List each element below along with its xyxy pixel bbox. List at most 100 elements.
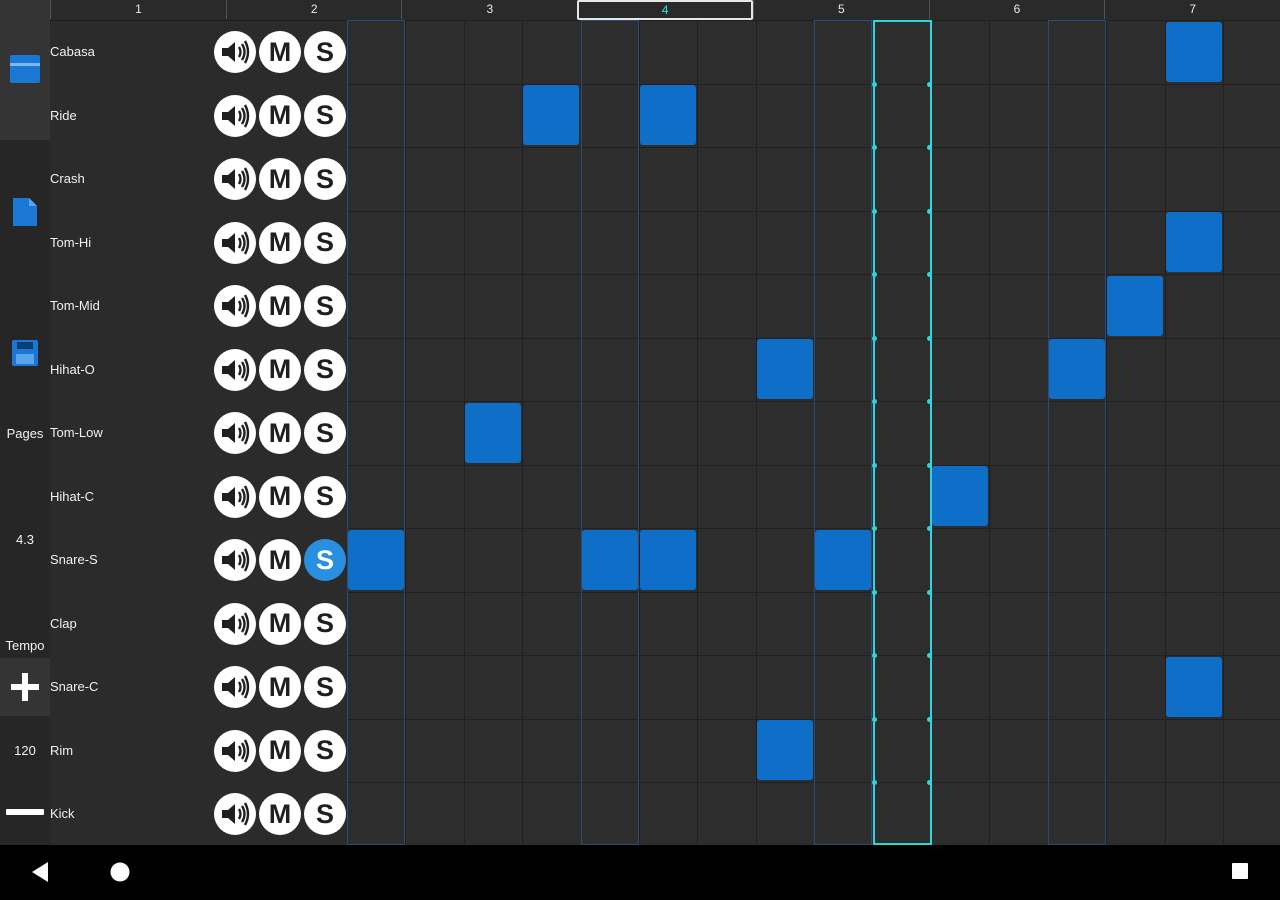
track-mute-button[interactable]: M (259, 412, 301, 454)
track-name[interactable]: Kick (50, 782, 210, 846)
track-volume-button[interactable] (214, 285, 256, 327)
track-name[interactable]: Tom-Hi (50, 211, 210, 275)
active-step-cell[interactable] (523, 85, 579, 145)
volume-icon (222, 357, 250, 382)
track-solo-button[interactable]: S (304, 666, 346, 708)
track-mute-button[interactable]: M (259, 348, 301, 391)
track-volume-button[interactable] (214, 666, 256, 708)
grid-column-line (989, 20, 990, 845)
track-row: Clap M S (0, 592, 347, 656)
track-mute-button[interactable]: M (259, 793, 301, 835)
bar-number-2[interactable]: 2 (225, 0, 402, 19)
track-solo-button[interactable]: S (304, 158, 346, 200)
back-button[interactable] (30, 860, 50, 889)
track-name[interactable]: Cabasa (50, 20, 210, 84)
grid-column-line (697, 20, 698, 845)
volume-icon (222, 548, 250, 572)
track-mute-button[interactable]: M (259, 666, 301, 708)
active-step-cell[interactable] (815, 530, 871, 590)
track-volume-button[interactable] (214, 793, 256, 835)
active-step-cell[interactable] (757, 339, 813, 399)
volume-icon (222, 675, 250, 699)
track-row: Tom-Mid M S (0, 274, 347, 338)
bar-number-3[interactable]: 3 (401, 0, 577, 19)
active-step-cell[interactable] (1166, 657, 1222, 717)
active-step-cell[interactable] (640, 530, 696, 590)
track-volume-button[interactable] (214, 348, 256, 391)
playhead-marker (927, 272, 932, 277)
track-solo-button[interactable]: S (304, 348, 346, 391)
track-mute-button[interactable]: M (259, 158, 301, 200)
track-name[interactable]: Crash (50, 147, 210, 211)
track-mute-button[interactable]: M (259, 94, 301, 137)
playhead-marker (872, 336, 877, 341)
volume-icon (222, 230, 250, 255)
track-name[interactable]: Tom-Mid (50, 274, 210, 338)
active-step-cell[interactable] (465, 403, 521, 463)
volume-icon (222, 611, 250, 636)
track-row: Crash M S (0, 147, 347, 211)
bar-number-6[interactable]: 6 (928, 0, 1105, 19)
playhead-marker (872, 145, 877, 150)
track-solo-button[interactable]: S (304, 31, 346, 73)
track-name[interactable]: Hihat-O (50, 338, 210, 402)
beat-marker (347, 20, 405, 845)
track-name[interactable]: Clap (50, 592, 210, 656)
volume-icon (222, 802, 250, 826)
track-name[interactable]: Hihat-C (50, 465, 210, 529)
track-volume-button[interactable] (214, 602, 256, 645)
playhead-marker (927, 209, 932, 214)
track-volume-button[interactable] (214, 31, 256, 73)
track-mute-button[interactable]: M (259, 539, 301, 581)
active-step-cell[interactable] (1049, 339, 1105, 399)
track-name[interactable]: Snare-C (50, 655, 210, 719)
track-solo-button[interactable]: S (304, 412, 346, 454)
bar-number-5[interactable]: 5 (752, 0, 929, 19)
active-step-cell[interactable] (348, 530, 404, 590)
playhead-marker (872, 82, 877, 87)
active-step-cell[interactable] (1107, 276, 1163, 336)
track-solo-button[interactable]: S (304, 729, 346, 772)
active-step-cell[interactable] (1166, 22, 1222, 82)
track-solo-button[interactable]: S (304, 602, 346, 645)
track-volume-button[interactable] (214, 539, 256, 581)
track-name[interactable]: Snare-S (50, 528, 210, 592)
track-mute-button[interactable]: M (259, 31, 301, 73)
track-solo-button[interactable]: S (304, 285, 346, 327)
recents-button[interactable] (1231, 862, 1249, 885)
track-mute-button[interactable]: M (259, 729, 301, 772)
track-volume-button[interactable] (214, 94, 256, 137)
track-name[interactable]: Rim (50, 719, 210, 783)
bar-number-1[interactable]: 1 (50, 0, 226, 19)
track-solo-button[interactable]: S (304, 221, 346, 264)
track-name[interactable]: Tom-Low (50, 401, 210, 465)
track-solo-button[interactable]: S (304, 793, 346, 835)
active-step-cell[interactable] (582, 530, 638, 590)
track-volume-button[interactable] (214, 412, 256, 454)
volume-icon (222, 40, 250, 64)
active-step-cell[interactable] (757, 720, 813, 780)
step-grid[interactable] (347, 20, 1280, 845)
track-row: Snare-S M S (0, 528, 347, 592)
active-step-cell[interactable] (1166, 212, 1222, 272)
track-mute-button[interactable]: M (259, 285, 301, 327)
track-mute-button[interactable]: M (259, 221, 301, 264)
home-button[interactable] (109, 861, 131, 888)
bar-number-4[interactable]: 4 (577, 0, 754, 20)
track-mute-button[interactable]: M (259, 602, 301, 645)
active-step-cell[interactable] (640, 85, 696, 145)
bar-ruler[interactable]: 1234567 (50, 0, 1280, 21)
active-step-cell[interactable] (932, 466, 988, 526)
track-volume-button[interactable] (214, 475, 256, 518)
track-volume-button[interactable] (214, 221, 256, 264)
bar-number-7[interactable]: 7 (1104, 0, 1280, 19)
track-mute-button[interactable]: M (259, 475, 301, 518)
track-solo-button[interactable]: S (304, 94, 346, 137)
track-solo-button[interactable]: S (304, 475, 346, 518)
track-name[interactable]: Ride (50, 84, 210, 148)
track-solo-button[interactable]: S (304, 539, 346, 581)
track-volume-button[interactable] (214, 158, 256, 200)
navigation-bar (0, 845, 1280, 900)
track-volume-button[interactable] (214, 729, 256, 772)
playhead-marker (872, 463, 877, 468)
